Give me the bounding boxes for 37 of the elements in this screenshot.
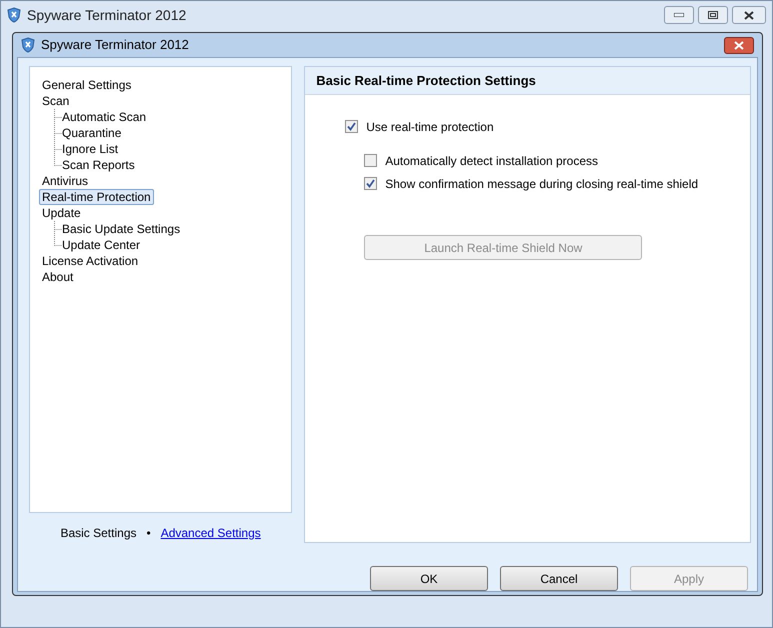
tree-item[interactable]: Ignore List	[59, 141, 122, 157]
close-button[interactable]	[732, 6, 766, 24]
restore-icon	[708, 11, 718, 19]
window-title: Spyware Terminator 2012	[27, 6, 186, 25]
tree-item[interactable]: Antivirus	[39, 173, 92, 189]
close-icon	[734, 40, 744, 50]
separator-dot: •	[146, 525, 151, 542]
tree-item[interactable]: Update Center	[59, 237, 144, 253]
tree-item[interactable]: Scan	[39, 93, 72, 109]
checkbox[interactable]	[364, 177, 378, 190]
maximize-button[interactable]	[698, 6, 728, 24]
close-button[interactable]	[724, 36, 754, 54]
tree-item[interactable]: Quarantine	[59, 125, 124, 141]
tree-item[interactable]: Real-time Protection	[39, 189, 154, 205]
shield-icon	[21, 37, 35, 53]
tree-item[interactable]: General Settings	[39, 77, 134, 93]
minimize-icon	[674, 13, 684, 17]
checkbox[interactable]	[345, 120, 358, 133]
checkbox[interactable]	[364, 154, 378, 167]
checkbox-label: Show confirmation message during closing real-time shield	[385, 176, 698, 192]
close-icon	[744, 10, 754, 20]
shield-icon	[7, 7, 21, 23]
current-mode-label: Basic Settings	[60, 525, 136, 542]
tree-item[interactable]: License Activation	[39, 253, 142, 269]
dialog-title: Spyware Terminator 2012	[41, 36, 189, 54]
panel-title: Basic Real-time Protection Settings	[305, 67, 750, 95]
tree-item[interactable]: Scan Reports	[59, 157, 138, 173]
checkbox-label: Automatically detect installation process	[385, 152, 598, 170]
dialog-button[interactable]: Cancel	[500, 566, 618, 591]
tree-item[interactable]: Update	[39, 205, 84, 221]
advanced-settings-link[interactable]: Advanced Settings	[160, 524, 261, 542]
tree-item[interactable]: Basic Update Settings	[59, 221, 184, 237]
dialog-button[interactable]: OK	[370, 566, 488, 591]
checkbox-label: Use real-time protection	[366, 118, 494, 136]
minimize-button[interactable]	[664, 6, 694, 24]
tree-item[interactable]: Automatic Scan	[59, 109, 150, 125]
tree-item[interactable]: About	[39, 269, 76, 285]
